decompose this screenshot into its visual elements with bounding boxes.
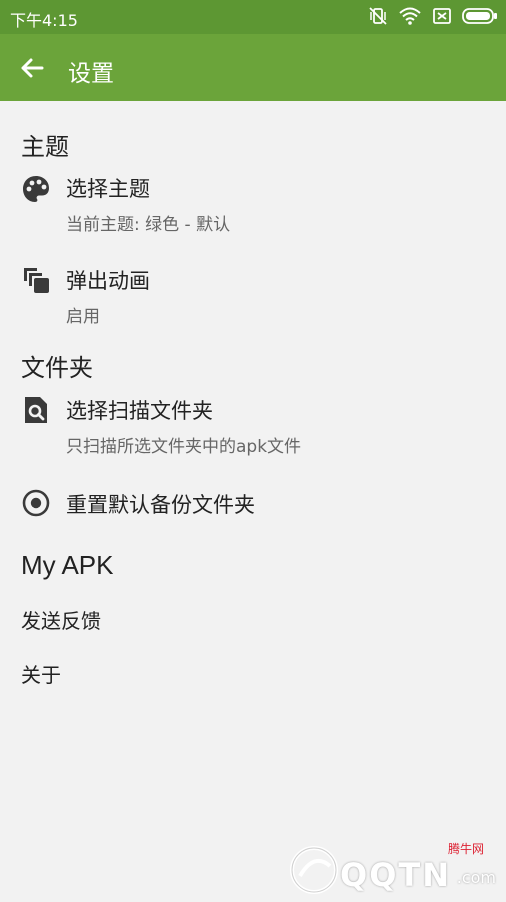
vibrate-off-icon [369,7,387,25]
pref-summary: 当前主题: 绿色 - 默认 [66,215,231,235]
pref-title: 选择扫描文件夹 [66,399,213,423]
pref-select-scan-folder[interactable]: 选择扫描文件夹 只扫描所选文件夹中的apk文件 [0,387,506,467]
section-title-theme: 主题 [21,133,69,161]
battery-icon [462,8,497,24]
pref-title: 弹出动画 [66,269,150,293]
watermark-line1: 腾牛网 [447,842,484,856]
watermark-line2: QQTN [340,856,452,894]
watermark-line3: .com [456,868,496,887]
page-title: 设置 [68,61,114,87]
status-time: 下午4:15 [10,11,78,30]
radio-target-icon [22,489,50,517]
wifi-icon [399,7,421,25]
pref-about[interactable]: 关于 [21,659,61,688]
sim-off-icon [433,8,451,24]
pref-summary: 启用 [66,307,100,327]
pref-title: 重置默认备份文件夹 [66,493,255,517]
palette-icon [23,176,49,202]
pref-popup-animation[interactable]: 弹出动画 启用 [0,257,506,337]
pref-summary: 只扫描所选文件夹中的apk文件 [66,437,302,457]
copy-animation-icon [24,268,49,293]
section-title-folder: 文件夹 [21,354,93,382]
status-bar: 下午4:15 [0,0,506,34]
pref-select-theme[interactable]: 选择主题 当前主题: 绿色 - 默认 [0,165,506,245]
section-title-myapk: My APK [21,550,114,580]
back-arrow-icon[interactable] [16,52,48,84]
app-bar: 设置 [0,34,506,101]
pref-send-feedback[interactable]: 发送反馈 [21,605,101,634]
watermark-logo: 腾牛网 QQTN .com [288,838,498,898]
status-icons [368,6,498,26]
folder-search-icon [25,397,47,423]
pref-title: 选择主题 [66,177,150,201]
pref-reset-backup-folder[interactable]: 重置默认备份文件夹 [0,480,506,530]
